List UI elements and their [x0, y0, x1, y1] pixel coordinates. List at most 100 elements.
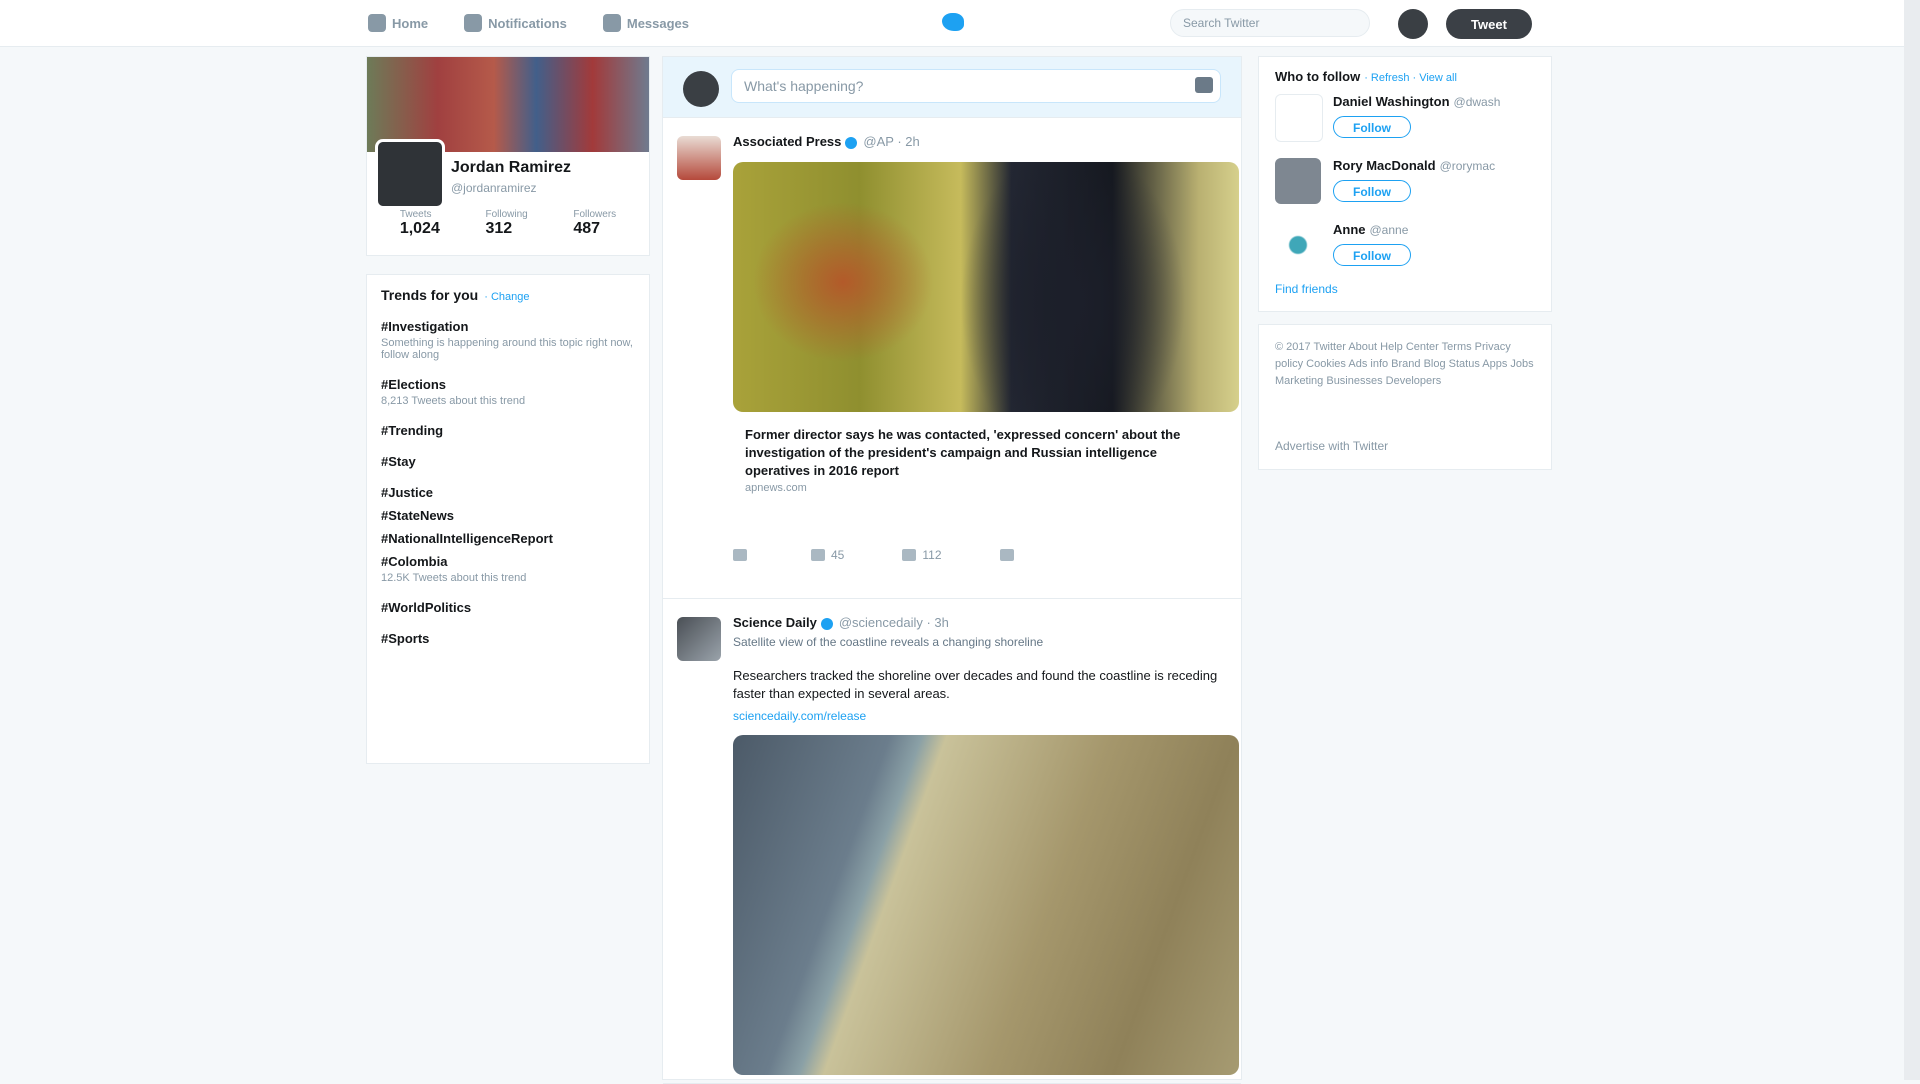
stat-value: 1,024: [399, 220, 440, 237]
follow-button[interactable]: Follow: [1333, 180, 1411, 202]
tweet-actions: 45 112: [733, 548, 1014, 562]
suggestion-avatar[interactable]: [1275, 222, 1321, 268]
tweet-meta: @sciencedaily · 3h: [838, 615, 949, 630]
stat-label: Followers: [573, 209, 617, 220]
trend-item[interactable]: #Colombia 12.5K Tweets about this trend: [381, 554, 635, 584]
footer-links[interactable]: © 2017 Twitter About Help Center Terms P…: [1275, 339, 1535, 390]
stat-value: 487: [573, 220, 601, 237]
profile-handle[interactable]: @jordanramirez: [451, 181, 537, 195]
nav-home-label: Home: [392, 15, 429, 31]
trends-header: Trends for you · Change: [381, 287, 635, 303]
follow-button[interactable]: Follow: [1333, 244, 1411, 266]
stat-label: Following: [485, 209, 528, 220]
trend-item[interactable]: #Elections 8,213 Tweets about this trend: [381, 377, 635, 407]
card-link[interactable]: apnews.com: [745, 482, 807, 494]
footer-panel: © 2017 Twitter About Help Center Terms P…: [1258, 324, 1552, 470]
trend-description: Something is happening around this topic…: [381, 337, 633, 361]
card-title[interactable]: Former director says he was contacted, '…: [745, 426, 1225, 480]
page-scrollbar[interactable]: [1904, 0, 1920, 1080]
suggestion-avatar[interactable]: [1275, 94, 1323, 142]
trend-item[interactable]: #Justice: [381, 485, 635, 500]
envelope-icon: [999, 549, 1014, 561]
top-navigation-bar: Home Notifications Messages Search Twitt…: [0, 0, 1920, 47]
tweet-author[interactable]: Science Daily: [733, 615, 817, 630]
trend-item[interactable]: #NationalIntelligenceReport: [381, 531, 635, 546]
advertise-link[interactable]: Advertise with Twitter: [1275, 438, 1388, 455]
reply-button[interactable]: [733, 548, 753, 562]
news-photo: [733, 162, 1239, 412]
trend-name: #Investigation: [381, 319, 469, 334]
tweet-link[interactable]: sciencedaily.com/release: [733, 707, 1223, 725]
trend-name: #Trending: [381, 423, 444, 438]
profile-card: Jordan Ramirez @jordanramirez Tweets 1,0…: [366, 56, 650, 256]
nav-home[interactable]: Home: [368, 14, 428, 32]
trend-name: #WorldPolitics: [381, 600, 472, 615]
suggestion-name-text: Rory MacDonald: [1333, 158, 1436, 173]
tweet-subtitle: Satellite view of the coastline reveals …: [733, 635, 1044, 649]
profile-avatar[interactable]: [375, 139, 445, 209]
trend-name: #Stay: [381, 454, 416, 469]
suggestion-name[interactable]: Anne @anne: [1333, 222, 1408, 237]
trend-name: #Elections: [381, 377, 447, 392]
tweet[interactable]: Science Daily @sciencedaily · 3h Satellit…: [663, 599, 1241, 1084]
trend-item[interactable]: #Trending: [381, 423, 635, 438]
compose-input[interactable]: What's happening?: [731, 69, 1221, 103]
camera-icon[interactable]: [1195, 77, 1213, 93]
trend-description: 12.5K Tweets about this trend: [381, 572, 527, 584]
stat-tweets[interactable]: Tweets 1,024: [400, 209, 440, 238]
tweet-author[interactable]: Associated Press: [733, 134, 841, 149]
retweet-count: 45: [831, 548, 845, 562]
who-to-follow-title: Who to follow: [1275, 69, 1361, 84]
tweet-text: Researchers tracked the shoreline over d…: [733, 668, 1218, 701]
retweet-button[interactable]: 45: [811, 548, 844, 562]
bell-icon: [464, 14, 483, 32]
who-to-follow-links[interactable]: · Refresh · View all: [1364, 72, 1457, 84]
account-avatar[interactable]: [1398, 9, 1428, 39]
nav-notifications[interactable]: Notifications: [464, 14, 567, 32]
tweet-avatar[interactable]: [677, 617, 721, 661]
tweet-card-image[interactable]: [733, 162, 1239, 412]
satellite-photo: [733, 735, 1239, 1075]
suggestion-name[interactable]: Rory MacDonald @rorymac: [1333, 158, 1495, 173]
tweet-header: Associated Press @AP · 2h: [733, 134, 920, 149]
verified-icon: [820, 617, 833, 630]
heart-icon: [902, 549, 917, 561]
verified-icon: [845, 136, 858, 149]
bird-logo-icon[interactable]: [942, 13, 964, 31]
like-count: 112: [922, 548, 942, 562]
like-button[interactable]: 112: [902, 548, 942, 562]
trend-item[interactable]: #Stay: [381, 454, 635, 469]
trend-name: #Colombia: [381, 554, 448, 569]
suggestion-item[interactable]: Anne @anne Follow: [1275, 218, 1535, 276]
tweet-meta: @AP · 2h: [863, 134, 920, 149]
suggestion-name[interactable]: Daniel Washington @dwash: [1333, 94, 1500, 109]
home-icon: [368, 14, 386, 32]
trends-change-link[interactable]: · Change: [484, 291, 529, 303]
tweet-avatar[interactable]: [677, 136, 721, 180]
profile-banner[interactable]: [367, 57, 649, 152]
message-button[interactable]: [999, 548, 1014, 562]
tweet[interactable]: Associated Press @AP · 2h Former director…: [663, 118, 1241, 599]
search-input[interactable]: Search Twitter: [1170, 9, 1370, 37]
suggestion-item[interactable]: Daniel Washington @dwash Follow: [1275, 90, 1535, 148]
composer-avatar: [683, 71, 719, 107]
stat-following[interactable]: Following 312: [485, 209, 527, 238]
profile-name[interactable]: Jordan Ramirez: [451, 159, 571, 177]
trend-description: 8,213 Tweets about this trend: [381, 395, 526, 407]
tweet-button[interactable]: Tweet: [1446, 9, 1532, 39]
stat-followers[interactable]: Followers 487: [573, 209, 616, 238]
suggestion-item[interactable]: Rory MacDonald @rorymac Follow: [1275, 154, 1535, 212]
trend-item[interactable]: #Sports: [381, 631, 635, 646]
follow-button[interactable]: Follow: [1333, 116, 1411, 138]
find-friends-link[interactable]: Find friends: [1275, 282, 1535, 296]
nav-messages[interactable]: Messages: [602, 14, 689, 32]
trend-item[interactable]: #WorldPolitics: [381, 600, 635, 615]
trend-item[interactable]: #StateNews: [381, 508, 635, 523]
tweet-photo[interactable]: [733, 735, 1239, 1075]
tweet-composer: What's happening?: [663, 57, 1241, 118]
suggestion-avatar[interactable]: [1275, 158, 1321, 204]
trend-item[interactable]: #Investigation Something is happening ar…: [381, 319, 635, 361]
retweet-icon: [811, 549, 825, 561]
stat-label: Tweets: [399, 209, 432, 220]
trends-title: Trends for you: [381, 287, 479, 303]
